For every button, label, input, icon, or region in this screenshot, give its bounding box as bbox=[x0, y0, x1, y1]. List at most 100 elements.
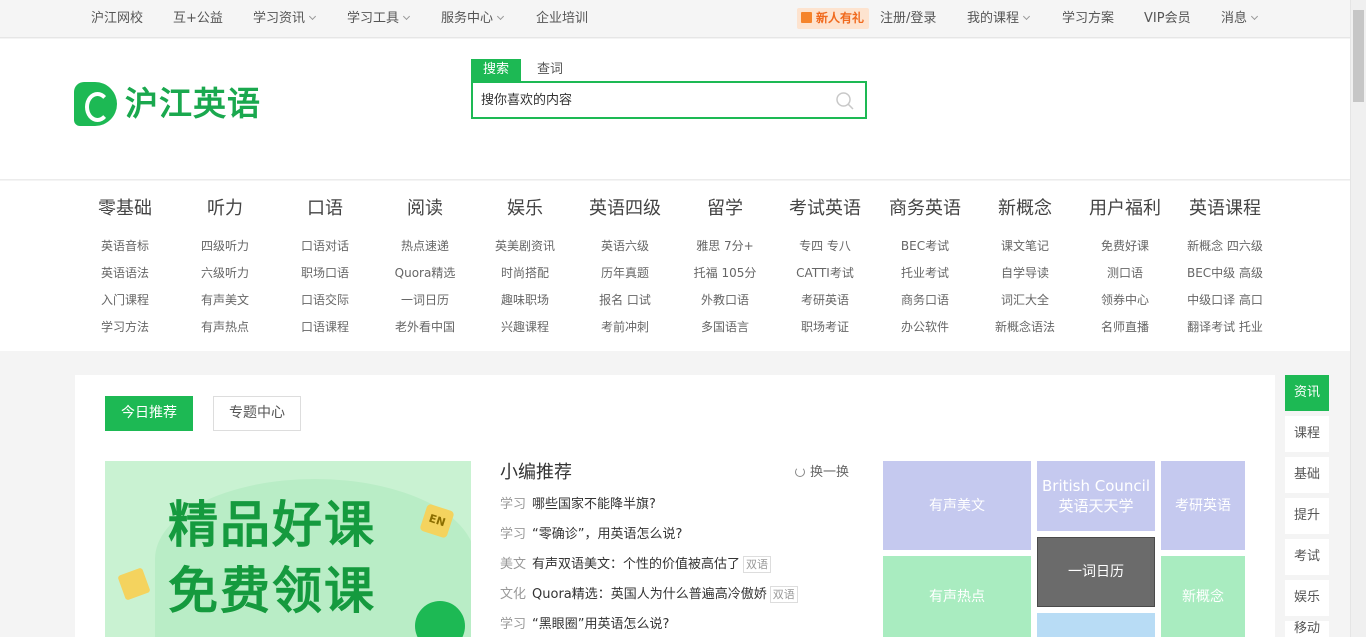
category-link[interactable]: 课文笔记 bbox=[975, 233, 1075, 260]
category-link[interactable]: 有声热点 bbox=[175, 314, 275, 341]
category-link[interactable]: 自学导读 bbox=[975, 260, 1075, 287]
category-link[interactable]: 办公软件 bbox=[875, 314, 975, 341]
category-link[interactable]: 一词日历 bbox=[375, 287, 475, 314]
topbar-item-study-plan[interactable]: 学习方案 bbox=[1062, 0, 1114, 38]
category-link[interactable]: 商务口语 bbox=[875, 287, 975, 314]
rnav-item-exam[interactable]: 考试 bbox=[1285, 539, 1329, 575]
category-heading[interactable]: 阅读 bbox=[375, 197, 475, 221]
category-link[interactable]: 入门课程 bbox=[75, 287, 175, 314]
category-link[interactable]: 名师直播 bbox=[1075, 314, 1175, 341]
topbar-item-my-courses[interactable]: 我的课程 bbox=[967, 0, 1031, 38]
category-link[interactable]: 领券中心 bbox=[1075, 287, 1175, 314]
category-heading[interactable]: 听力 bbox=[175, 197, 275, 221]
category-link[interactable]: 历年真题 bbox=[575, 260, 675, 287]
category-link[interactable]: 雅思 7分+ bbox=[675, 233, 775, 260]
category-link[interactable]: 学习方法 bbox=[75, 314, 175, 341]
promo-banner[interactable]: EN 精品好课 免费领课 bbox=[105, 461, 471, 637]
category-link[interactable]: 英语音标 bbox=[75, 233, 175, 260]
category-link[interactable]: 考研英语 bbox=[775, 287, 875, 314]
news-item[interactable]: 学习 “零确诊”，用英语怎么说? bbox=[500, 525, 860, 545]
tab-today-recommend[interactable]: 今日推荐 bbox=[105, 396, 193, 431]
category-link[interactable]: 热点速递 bbox=[375, 233, 475, 260]
search-icon[interactable] bbox=[835, 91, 855, 111]
category-link[interactable]: 英语语法 bbox=[75, 260, 175, 287]
category-link[interactable]: 英语六级 bbox=[575, 233, 675, 260]
rnav-item-improve[interactable]: 提升 bbox=[1285, 498, 1329, 534]
topbar-item-news[interactable]: 学习资讯 bbox=[253, 0, 317, 38]
category-link[interactable]: 报名 口试 bbox=[575, 287, 675, 314]
category-link[interactable]: CATTI考试 bbox=[775, 260, 875, 287]
category-link[interactable]: 翻译考试 托业 bbox=[1175, 314, 1275, 341]
topbar-item-charity[interactable]: 互+公益 bbox=[173, 0, 223, 38]
category-heading[interactable]: 商务英语 bbox=[875, 197, 975, 221]
category-link[interactable]: Quora精选 bbox=[375, 260, 475, 287]
tile-kaoyan-english[interactable]: 考研英语 bbox=[1161, 461, 1245, 550]
category-link[interactable]: 英美剧资讯 bbox=[475, 233, 575, 260]
category-heading[interactable]: 新概念 bbox=[975, 197, 1075, 221]
category-link[interactable]: 有声美文 bbox=[175, 287, 275, 314]
login-register-link[interactable]: 注册/登录 bbox=[880, 0, 936, 38]
topbar-item-tools[interactable]: 学习工具 bbox=[347, 0, 411, 38]
category-heading[interactable]: 零基础 bbox=[75, 197, 175, 221]
category-heading[interactable]: 英语课程 bbox=[1175, 197, 1275, 221]
tile-audio-hot[interactable]: 有声热点 bbox=[883, 556, 1031, 637]
category-heading[interactable]: 英语四级 bbox=[575, 197, 675, 221]
news-item[interactable]: 学习 “黑眼圈”用英语怎么说? bbox=[500, 615, 860, 635]
search-input[interactable] bbox=[473, 83, 823, 117]
tab-dictionary[interactable]: 查词 bbox=[525, 59, 575, 81]
category-link[interactable]: 口语对话 bbox=[275, 233, 375, 260]
category-link[interactable]: 词汇大全 bbox=[975, 287, 1075, 314]
topbar-item-hujiang-school[interactable]: 沪江网校 bbox=[91, 0, 143, 38]
news-item[interactable]: 学习 哪些国家不能降半旗? bbox=[500, 495, 860, 515]
category-link[interactable]: 口语课程 bbox=[275, 314, 375, 341]
rnav-item-news[interactable]: 资讯 bbox=[1285, 375, 1329, 411]
tile-more[interactable] bbox=[1037, 613, 1155, 637]
category-heading[interactable]: 留学 bbox=[675, 197, 775, 221]
category-link[interactable]: 测口语 bbox=[1075, 260, 1175, 287]
tile-word-calendar[interactable]: 一词日历 bbox=[1037, 537, 1155, 607]
tile-british-council[interactable]: British Council 英语天天学 bbox=[1037, 461, 1155, 531]
rnav-item-basics[interactable]: 基础 bbox=[1285, 457, 1329, 493]
tab-topic-center[interactable]: 专题中心 bbox=[213, 396, 301, 431]
topbar-item-enterprise[interactable]: 企业培训 bbox=[536, 0, 588, 38]
category-link[interactable]: 兴趣课程 bbox=[475, 314, 575, 341]
category-link[interactable]: 免费好课 bbox=[1075, 233, 1175, 260]
page-scrollbar[interactable] bbox=[1350, 0, 1366, 637]
topbar-item-vip[interactable]: VIP会员 bbox=[1144, 0, 1191, 38]
news-title[interactable]: Quora精选：英国人为什么普遍高冷傲娇 bbox=[532, 587, 767, 602]
rnav-item-courses[interactable]: 课程 bbox=[1285, 416, 1329, 452]
category-link[interactable]: BEC中级 高级 bbox=[1175, 260, 1275, 287]
category-link[interactable]: 老外看中国 bbox=[375, 314, 475, 341]
topbar-item-service[interactable]: 服务中心 bbox=[441, 0, 505, 38]
category-link[interactable]: 口语交际 bbox=[275, 287, 375, 314]
category-link[interactable]: 职场考证 bbox=[775, 314, 875, 341]
category-link[interactable]: 专四 专八 bbox=[775, 233, 875, 260]
category-link[interactable]: 新概念 四六级 bbox=[1175, 233, 1275, 260]
category-link[interactable]: 时尚搭配 bbox=[475, 260, 575, 287]
tile-audio-essay[interactable]: 有声美文 bbox=[883, 461, 1031, 550]
rnav-item-entertainment[interactable]: 娱乐 bbox=[1285, 580, 1329, 616]
category-heading[interactable]: 娱乐 bbox=[475, 197, 575, 221]
category-link[interactable]: 趣味职场 bbox=[475, 287, 575, 314]
category-link[interactable]: 考前冲刺 bbox=[575, 314, 675, 341]
news-title[interactable]: “零确诊”，用英语怎么说? bbox=[532, 527, 682, 542]
news-title[interactable]: “黑眼圈”用英语怎么说? bbox=[532, 617, 669, 632]
topbar-item-messages[interactable]: 消息 bbox=[1221, 0, 1259, 38]
rnav-item-mobile[interactable]: 移动 bbox=[1285, 621, 1329, 637]
category-link[interactable]: 托业考试 bbox=[875, 260, 975, 287]
category-heading[interactable]: 用户福利 bbox=[1075, 197, 1175, 221]
news-title[interactable]: 哪些国家不能降半旗? bbox=[532, 497, 656, 512]
news-item[interactable]: 美文 有声双语美文：个性的价值被高估了 双语 bbox=[500, 555, 860, 575]
category-link[interactable]: 六级听力 bbox=[175, 260, 275, 287]
refresh-button[interactable]: 换一换 bbox=[795, 464, 849, 482]
category-link[interactable]: 四级听力 bbox=[175, 233, 275, 260]
category-link[interactable]: 外教口语 bbox=[675, 287, 775, 314]
category-heading[interactable]: 考试英语 bbox=[775, 197, 875, 221]
tile-new-concept[interactable]: 新概念 bbox=[1161, 556, 1245, 637]
news-item[interactable]: 文化 Quora精选：英国人为什么普遍高冷傲娇 双语 bbox=[500, 585, 860, 605]
tab-search[interactable]: 搜索 bbox=[471, 59, 522, 81]
news-title[interactable]: 有声双语美文：个性的价值被高估了 bbox=[532, 557, 740, 572]
category-link[interactable]: 多国语言 bbox=[675, 314, 775, 341]
category-link[interactable]: 中级口译 高口 bbox=[1175, 287, 1275, 314]
new-user-gift-badge[interactable]: 新人有礼 bbox=[797, 8, 870, 29]
